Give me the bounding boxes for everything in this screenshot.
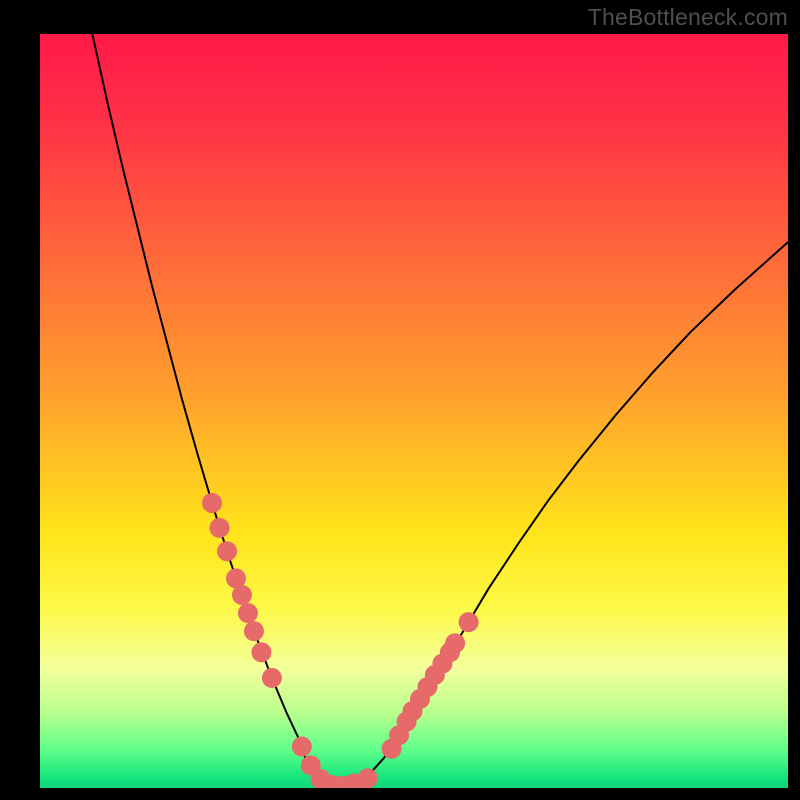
watermark-text: TheBottleneck.com [588,4,788,31]
marker-dot [445,633,465,653]
marker-dot [459,612,479,632]
marker-dot [251,642,271,662]
plot-area [40,34,788,788]
marker-dot [202,493,222,513]
marker-dot [232,585,252,605]
marker-dot [292,737,312,757]
marker-dot [217,541,237,561]
marker-dot [210,518,230,538]
marker-dot [244,621,264,641]
marker-dot [262,668,282,688]
gradient-background [40,34,788,788]
marker-dot [358,768,378,788]
chart-svg [40,34,788,788]
chart-frame: TheBottleneck.com [0,0,800,800]
marker-dot [238,603,258,623]
